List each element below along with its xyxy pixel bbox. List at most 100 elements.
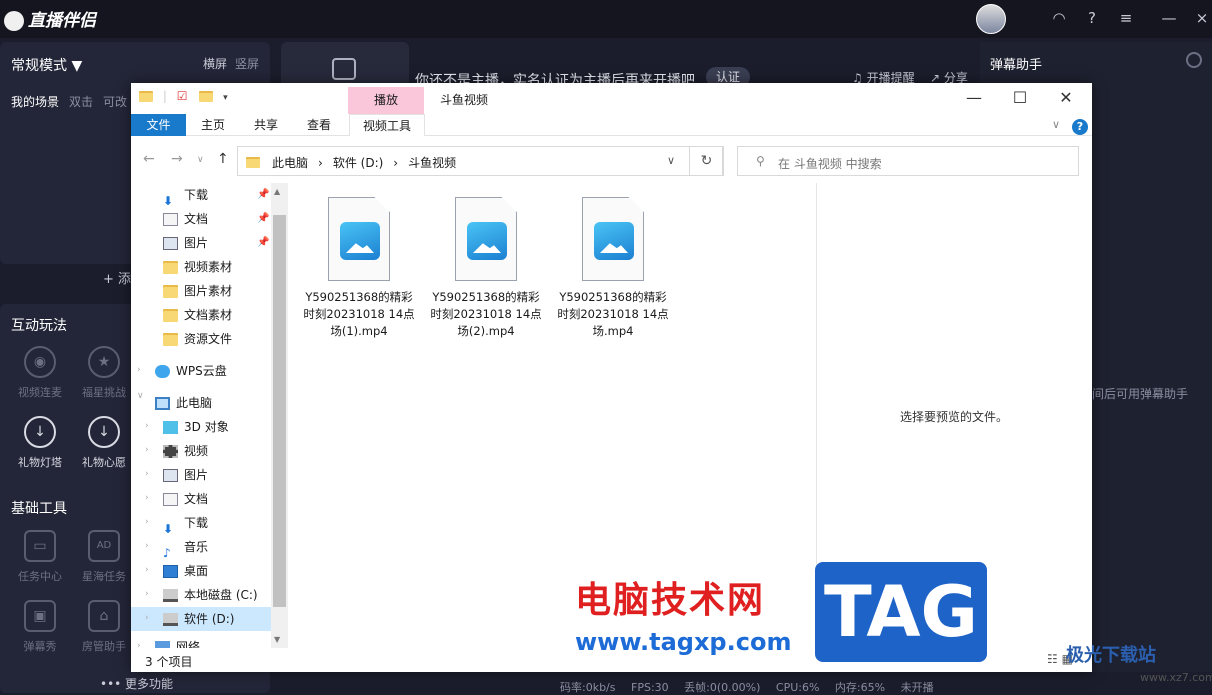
breadcrumb-sep[interactable]: ›	[318, 156, 323, 170]
refresh-button[interactable]: ↻	[689, 146, 724, 176]
image-file-icon	[582, 197, 644, 281]
nav-item-video-material[interactable]: 视频素材	[163, 255, 288, 279]
help-icon[interactable]: ?	[1072, 119, 1088, 135]
tool-gift-wish[interactable]: ↓ 礼物心愿	[74, 416, 134, 470]
chevron-right-icon[interactable]: ›	[137, 641, 141, 648]
watermark-url: www.tagxp.com	[575, 628, 792, 656]
nav-item-desktop[interactable]: 桌面	[163, 559, 288, 583]
breadcrumb-item[interactable]: 软件 (D:)	[333, 156, 383, 170]
maximize-button[interactable]: ☐	[997, 83, 1043, 113]
pin-icon[interactable]: 📌	[257, 189, 269, 200]
tab-file[interactable]: 文件	[131, 114, 186, 136]
properties-icon[interactable]: ☑	[177, 89, 188, 103]
tool-task-center[interactable]: ▭ 任务中心	[10, 530, 70, 584]
computer-icon	[155, 397, 170, 410]
address-dropdown-icon[interactable]: ∨	[667, 154, 675, 167]
nav-item-drive-d[interactable]: 软件 (D:)	[163, 607, 288, 631]
chevron-down-icon[interactable]: ∨	[137, 391, 144, 401]
network-icon	[155, 641, 170, 648]
breadcrumb: 此电脑 › 软件 (D:) › 斗鱼视频	[272, 154, 466, 171]
portrait-option[interactable]: 竖屏	[235, 57, 259, 71]
nav-item-pc-pictures[interactable]: 图片	[163, 463, 288, 487]
picture-icon	[163, 469, 178, 482]
folder-icon	[163, 261, 178, 274]
nav-item-resources[interactable]: 资源文件	[163, 327, 288, 351]
nav-item-image-material[interactable]: 图片素材	[163, 279, 288, 303]
nav-item-drive-c[interactable]: 本地磁盘 (C:)	[163, 583, 288, 607]
folder-icon[interactable]	[139, 91, 153, 102]
details-view-icon[interactable]: ☷	[1047, 652, 1058, 666]
up-arrow-icon[interactable]: ↑	[217, 151, 229, 167]
more-functions-button[interactable]: ••• 更多功能	[100, 675, 173, 692]
menu-icon[interactable]: ≡	[1116, 8, 1136, 28]
minimize-button[interactable]: —	[951, 83, 997, 113]
window-title: 斗鱼视频	[440, 93, 489, 107]
nav-item-network[interactable]: 网络	[155, 635, 288, 648]
tab-my-scenes[interactable]: 我的场景	[11, 95, 59, 109]
chevron-right-icon[interactable]: ›	[145, 589, 149, 599]
download-circle-icon: ↓	[88, 416, 120, 448]
chevron-right-icon[interactable]: ›	[145, 517, 149, 527]
help-icon[interactable]: ?	[1082, 8, 1102, 28]
chevron-right-icon[interactable]: ›	[145, 613, 149, 623]
chevron-right-icon[interactable]: ›	[145, 421, 149, 431]
chevron-right-icon[interactable]: ›	[145, 445, 149, 455]
landscape-option[interactable]: 横屏	[203, 57, 227, 71]
tool-lucky-star[interactable]: ★ 福星挑战	[74, 346, 134, 400]
minimize-icon[interactable]: —	[1159, 8, 1179, 28]
nav-item-videos[interactable]: 视频	[163, 439, 288, 463]
gear-icon[interactable]	[1186, 52, 1202, 68]
tab-video-tools[interactable]: 视频工具	[349, 114, 425, 136]
chevron-right-icon[interactable]: ›	[137, 365, 141, 375]
orientation-toggle[interactable]: 横屏 竖屏	[203, 55, 267, 72]
mode-dropdown[interactable]: 常规模式 ▼	[11, 55, 82, 75]
address-bar[interactable]: 此电脑 › 软件 (D:) › 斗鱼视频 ∨	[237, 146, 723, 176]
chevron-right-icon[interactable]: ›	[145, 541, 149, 551]
chevron-right-icon[interactable]: ›	[145, 469, 149, 479]
scroll-down-icon[interactable]: ▼	[274, 635, 280, 644]
nav-item-pc-documents[interactable]: 文档	[163, 487, 288, 511]
tab-view[interactable]: 查看	[307, 114, 331, 136]
breadcrumb-item[interactable]: 此电脑	[272, 156, 308, 170]
close-button[interactable]: ✕	[1043, 83, 1089, 113]
tab-share[interactable]: 共享	[254, 114, 278, 136]
tool-room-admin[interactable]: ⌂ 房管助手	[74, 600, 134, 654]
chevron-right-icon[interactable]: ›	[145, 565, 149, 575]
tab-home[interactable]: 主页	[201, 114, 225, 136]
add-scene-button[interactable]: + 添	[103, 268, 131, 287]
breadcrumb-item[interactable]: 斗鱼视频	[408, 156, 456, 170]
cloud-icon	[155, 365, 170, 378]
scroll-up-icon[interactable]: ▲	[274, 187, 280, 196]
chevron-down-icon[interactable]: ∨	[1052, 118, 1060, 131]
back-arrow-icon[interactable]: ←	[143, 151, 155, 167]
search-input[interactable]: ⚲ 在 斗鱼视频 中搜索	[737, 146, 1079, 176]
close-icon[interactable]: ×	[1192, 8, 1212, 28]
avatar[interactable]	[976, 4, 1006, 34]
file-item[interactable]: Y590251368的精彩时刻20231018 14点场(1).mp4	[301, 197, 417, 340]
pin-icon[interactable]: 📌	[257, 213, 269, 224]
nav-item-music[interactable]: ♪ 音乐	[163, 535, 288, 560]
nav-item-pc-downloads[interactable]: ⬇ 下载	[163, 511, 288, 536]
nav-item-wps-cloud[interactable]: WPS云盘	[155, 359, 288, 383]
context-tab-play[interactable]: 播放	[348, 87, 424, 114]
nav-item-3d-objects[interactable]: 3D 对象	[163, 415, 288, 439]
headset-icon[interactable]: ◠	[1049, 8, 1069, 28]
tool-star-task[interactable]: AD 星海任务	[74, 530, 134, 584]
scroll-thumb[interactable]	[273, 215, 286, 607]
pin-icon[interactable]: 📌	[257, 237, 269, 248]
new-folder-icon[interactable]	[199, 91, 214, 102]
file-item[interactable]: Y590251368的精彩时刻20231018 14点场.mp4	[555, 197, 671, 340]
forward-arrow-icon[interactable]: →	[171, 151, 183, 167]
breadcrumb-sep[interactable]: ›	[393, 156, 398, 170]
status-memory: 内存:65%	[834, 681, 886, 694]
navigation-pane: ⬇ 下载 📌 文档 📌 图片 📌 视频素材 图片素材 文档素材 资源文件 › WP…	[131, 183, 288, 648]
nav-item-this-pc[interactable]: 此电脑	[155, 391, 288, 415]
tool-video-link[interactable]: ◉ 视频连麦	[10, 346, 70, 400]
qat-dropdown-icon[interactable]: ▾	[223, 93, 228, 103]
tool-gift-tower[interactable]: ↓ 礼物灯塔	[10, 416, 70, 470]
tool-danmu-show[interactable]: ▣ 弹幕秀	[10, 600, 70, 654]
chevron-right-icon[interactable]: ›	[145, 493, 149, 503]
file-item[interactable]: Y590251368的精彩时刻20231018 14点场(2).mp4	[428, 197, 544, 340]
nav-item-doc-material[interactable]: 文档素材	[163, 303, 288, 327]
recent-dropdown-icon[interactable]: ∨	[197, 155, 204, 165]
